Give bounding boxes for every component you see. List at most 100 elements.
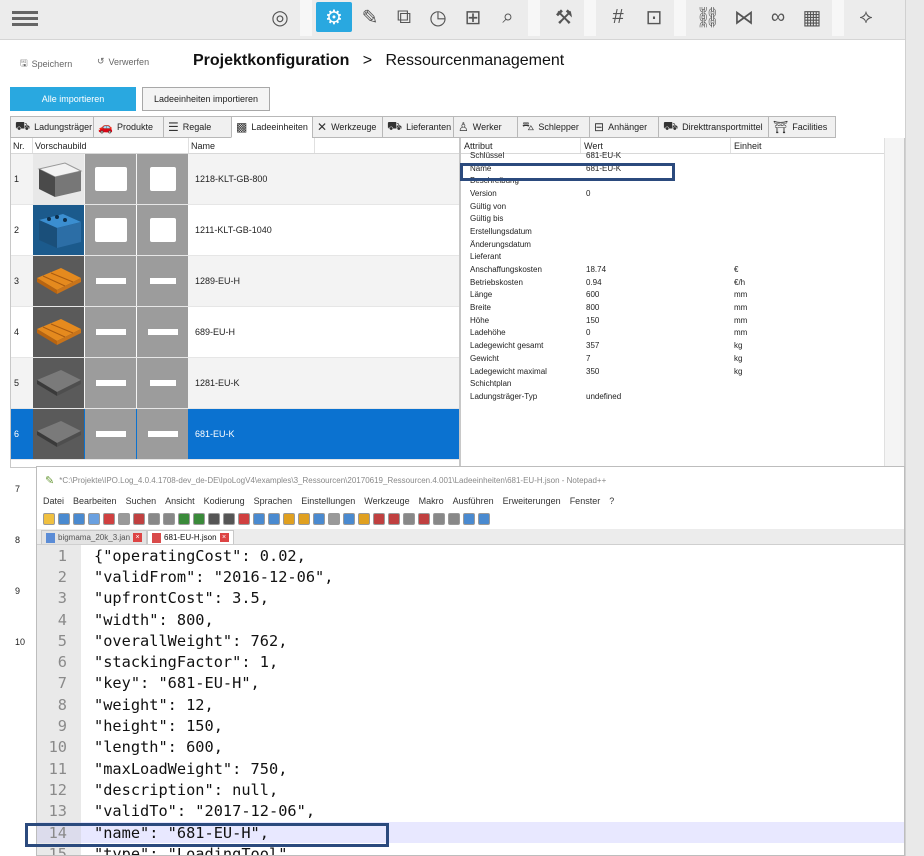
- attribute-row[interactable]: Länge 600 mm: [461, 289, 904, 302]
- tab-direkttransportmittel[interactable]: ⛟ Direkttransportmittel: [658, 116, 768, 138]
- toolbar-tool-icon[interactable]: [88, 513, 100, 525]
- menu-item[interactable]: Ausführen: [453, 496, 494, 506]
- menu-item[interactable]: ?: [609, 496, 614, 506]
- table-row[interactable]: 2 1211-KLT-GB-1040: [11, 205, 459, 256]
- tab-werker[interactable]: ♙ Werker: [453, 116, 517, 138]
- grid-dots-icon[interactable]: ⊞: [455, 2, 491, 32]
- code-line[interactable]: 10 "length": 600,: [37, 736, 904, 758]
- menu-item[interactable]: Ansicht: [165, 496, 195, 506]
- code-line[interactable]: 6 "stackingFactor": 1,: [37, 651, 904, 673]
- hamburger-menu-icon[interactable]: [12, 8, 38, 32]
- clock-icon[interactable]: ◷: [420, 2, 456, 32]
- attribute-row[interactable]: Ladungsträger-Typ undefined: [461, 390, 904, 403]
- col-preview[interactable]: Vorschaubild: [33, 138, 189, 153]
- attribute-row[interactable]: Höhe 150 mm: [461, 314, 904, 327]
- attribute-row[interactable]: Ladehöhe 0 mm: [461, 327, 904, 340]
- toolbar-tool-icon[interactable]: [448, 513, 460, 525]
- toolbar-tool-icon[interactable]: [283, 513, 295, 525]
- toolbar-tool-icon[interactable]: [328, 513, 340, 525]
- toolbar-tool-icon[interactable]: [148, 513, 160, 525]
- code-line[interactable]: 12 "description": null,: [37, 779, 904, 801]
- wrench-icon[interactable]: ⚒: [546, 2, 582, 32]
- attribute-row[interactable]: Ladegewicht gesamt 357 kg: [461, 339, 904, 352]
- attribute-row[interactable]: Gültig bis: [461, 212, 904, 225]
- tab-ladeeinheiten[interactable]: ▩ Ladeeinheiten: [231, 116, 312, 138]
- toolbar-tool-icon[interactable]: [358, 513, 370, 525]
- link-icon[interactable]: ⛓: [690, 2, 726, 32]
- toolbar-tool-icon[interactable]: [343, 513, 355, 525]
- menu-item[interactable]: Einstellungen: [301, 496, 355, 506]
- toolbar-tool-icon[interactable]: [223, 513, 235, 525]
- attribute-row[interactable]: Änderungsdatum: [461, 238, 904, 251]
- menu-item[interactable]: Fenster: [570, 496, 601, 506]
- matrix-icon[interactable]: ▦: [794, 2, 830, 32]
- toolbar-tool-icon[interactable]: [478, 513, 490, 525]
- toolbar-tool-icon[interactable]: [163, 513, 175, 525]
- toolbar-tool-icon[interactable]: [73, 513, 85, 525]
- settings-circuit-icon[interactable]: ⚙: [316, 2, 352, 32]
- target-icon[interactable]: ◎: [262, 2, 298, 32]
- code-line[interactable]: 1 {"operatingCost": 0.02,: [37, 545, 904, 567]
- tab-werkzeuge[interactable]: ✕ Werkzeuge: [312, 116, 382, 138]
- menu-item[interactable]: Sprachen: [254, 496, 293, 506]
- code-line[interactable]: 3 "upfrontCost": 3.5,: [37, 587, 904, 609]
- menu-item[interactable]: Bearbeiten: [73, 496, 117, 506]
- code-line[interactable]: 2 "validFrom": "2016-12-06",: [37, 566, 904, 588]
- menu-item[interactable]: Makro: [419, 496, 444, 506]
- table-row[interactable]: 1 1218-KLT-GB-800: [11, 154, 459, 205]
- toolbar-tool-icon[interactable]: [253, 513, 265, 525]
- menu-item[interactable]: Datei: [43, 496, 64, 506]
- tab-lieferanten[interactable]: ⛟ Lieferanten: [382, 116, 453, 138]
- search-chart-icon[interactable]: ⌕: [490, 2, 526, 32]
- tab-regale[interactable]: ☰ Regale: [163, 116, 231, 138]
- code-line[interactable]: 11 "maxLoadWeight": 750,: [37, 757, 904, 780]
- import-load-units-button[interactable]: Ladeeinheiten importieren: [142, 87, 270, 111]
- toolbar-tool-icon[interactable]: [463, 513, 475, 525]
- attribute-row[interactable]: Schichtplan: [461, 377, 904, 390]
- table-row[interactable]: 4 689-EU-H: [11, 307, 459, 358]
- close-icon[interactable]: ×: [219, 533, 229, 542]
- attribute-row[interactable]: Lieferant: [461, 251, 904, 264]
- close-icon[interactable]: ×: [133, 533, 143, 542]
- col-name[interactable]: Name: [189, 138, 315, 153]
- table-row-selected[interactable]: 6 681-EU-K: [11, 409, 459, 460]
- tab-schlepper[interactable]: ⛍ Schlepper: [517, 116, 589, 138]
- attribute-row[interactable]: Erstellungsdatum: [461, 225, 904, 238]
- attribute-row[interactable]: Version 0: [461, 187, 904, 200]
- toolbar-tool-icon[interactable]: [403, 513, 415, 525]
- toolbar-tool-icon[interactable]: [373, 513, 385, 525]
- save-button[interactable]: 🖫 Speichern: [20, 56, 72, 72]
- code-editor[interactable]: 1 {"operatingCost": 0.02, 2 "validFrom": "2…: [37, 545, 904, 855]
- tab-produkte[interactable]: 🚗 Produkte: [93, 116, 163, 138]
- tab-anhaenger[interactable]: ⊟ Anhänger: [589, 116, 658, 138]
- toolbar-tool-icon[interactable]: [43, 513, 55, 525]
- toolbar-tool-icon[interactable]: [298, 513, 310, 525]
- attributes-scrollbar[interactable]: [884, 138, 904, 467]
- menu-item[interactable]: Werkzeuge: [364, 496, 409, 506]
- table-row[interactable]: 5 1281-EU-K: [11, 358, 459, 409]
- toolbar-tool-icon[interactable]: [208, 513, 220, 525]
- breadcrumb-root[interactable]: Projektkonfiguration: [193, 52, 349, 69]
- code-line[interactable]: 7 "key": "681-EU-H",: [37, 672, 904, 695]
- attribute-row[interactable]: Ladegewicht maximal 350 kg: [461, 365, 904, 378]
- attribute-row[interactable]: Anschaffungskosten 18.74 €: [461, 263, 904, 276]
- code-line[interactable]: 13 "validTo": "2017-12-06",: [37, 800, 904, 822]
- col-unit[interactable]: Einheit: [731, 138, 904, 153]
- tab-bigmama[interactable]: bigmama_20k_3.jan ×: [41, 530, 148, 544]
- discard-button[interactable]: ↺ Verwerfen: [97, 56, 149, 67]
- attribute-row[interactable]: Breite 800 mm: [461, 301, 904, 314]
- toolbar-tool-icon[interactable]: [193, 513, 205, 525]
- pencil-icon[interactable]: ✎: [352, 2, 388, 32]
- toolbar-tool-icon[interactable]: [58, 513, 70, 525]
- tab-ladungstraeger[interactable]: ⛟ Ladungsträger: [10, 116, 93, 138]
- code-line[interactable]: 8 "weight": 12,: [37, 694, 904, 716]
- tab-facilities[interactable]: ⛩ Facilities: [768, 116, 836, 138]
- toolbar-tool-icon[interactable]: [313, 513, 325, 525]
- menu-item[interactable]: Suchen: [126, 496, 157, 506]
- route-icon[interactable]: ⟡: [848, 2, 884, 32]
- toolbar-tool-icon[interactable]: [118, 513, 130, 525]
- layout-icon[interactable]: ⊡: [636, 2, 672, 32]
- code-line[interactable]: 5 "overallWeight": 762,: [37, 630, 904, 652]
- toolbar-tool-icon[interactable]: [388, 513, 400, 525]
- attribute-row[interactable]: Gültig von: [461, 200, 904, 213]
